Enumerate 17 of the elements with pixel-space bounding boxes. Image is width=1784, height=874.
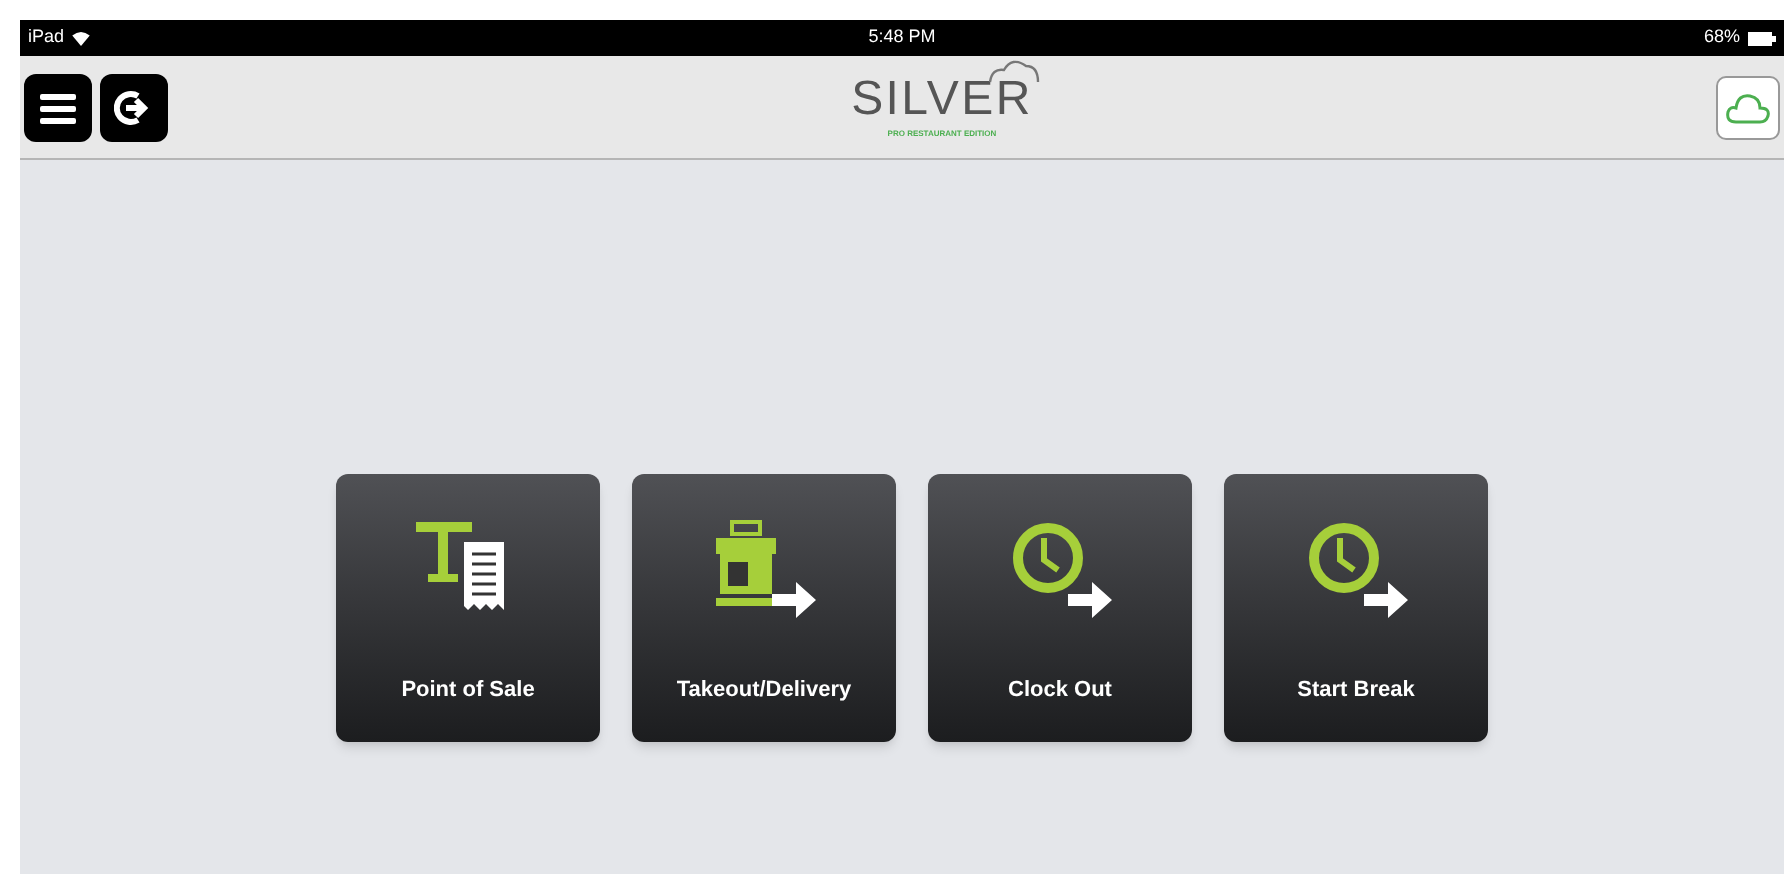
device-name: iPad [28,24,65,51]
cloud-icon [1725,91,1770,123]
battery-icon [1748,31,1776,45]
battery-percent: 68% [1703,24,1740,51]
logout-button[interactable] [100,73,168,141]
cloud-sync-button[interactable] [1715,75,1780,139]
menu-tile[interactable]: Takeout/Delivery [632,474,896,742]
menu-tile[interactable]: Point of Sale [336,474,600,742]
cloud-icon [988,60,1041,84]
menu-icon [40,91,76,123]
logo-text: SILVER [851,72,1033,126]
menu-tile[interactable]: Start Break [1224,474,1488,742]
wifi-icon [72,31,91,45]
menu-tile[interactable]: Clock Out [928,474,1192,742]
clock-time: 5:48 PM [868,24,936,51]
menu-button[interactable] [24,73,92,141]
exit-arrow-icon [114,89,154,125]
